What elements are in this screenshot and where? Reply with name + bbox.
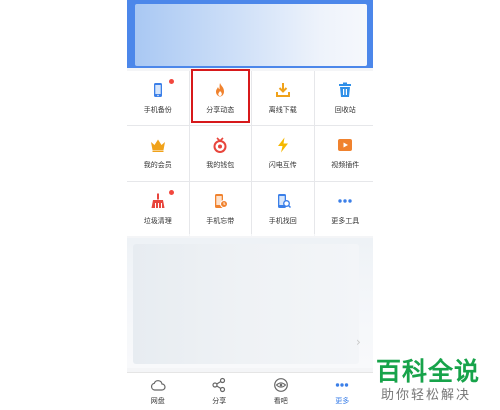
tool-label: 闪电互传 xyxy=(268,161,297,170)
tab-label: 分享 xyxy=(212,397,227,405)
eye-icon xyxy=(273,378,288,392)
tool-label: 回收站 xyxy=(334,106,356,115)
banner-blurred-content xyxy=(135,4,367,66)
tool-my-wallet[interactable]: 我的钱包 xyxy=(189,126,251,181)
tools-grid: 手机备份 分享动态 离线下载 回收站 我的会员 我的钱包 闪电互传 视频插件 垃… xyxy=(127,71,373,236)
flame-icon xyxy=(216,83,225,97)
tool-label: 更多工具 xyxy=(331,216,360,225)
lightning-icon xyxy=(277,137,288,153)
tab-label: 看吧 xyxy=(273,397,288,405)
phone-find-icon xyxy=(277,193,291,208)
tool-junk-cleanup[interactable]: 垃圾清理 xyxy=(127,181,189,236)
tab-label: 网盘 xyxy=(150,397,165,405)
tool-phone-backup[interactable]: 手机备份 xyxy=(127,71,189,126)
phone-forgot-icon xyxy=(215,193,229,208)
trash-icon xyxy=(339,82,352,98)
tool-label: 我的会员 xyxy=(143,161,172,170)
tool-label: 我的钱包 xyxy=(206,161,235,170)
tool-offline-download[interactable]: 离线下载 xyxy=(252,71,314,126)
tool-recycle-bin[interactable]: 回收站 xyxy=(314,71,373,126)
download-icon xyxy=(275,83,290,98)
top-banner xyxy=(127,0,373,68)
tab-more[interactable]: 更多 xyxy=(312,373,374,410)
tool-lightning-transfer[interactable]: 闪电互传 xyxy=(252,126,314,181)
bottom-tab-bar: 网盘 分享 看吧 更多 xyxy=(127,372,373,410)
tool-label: 分享动态 xyxy=(206,106,235,115)
tab-netdisk[interactable]: 网盘 xyxy=(127,373,189,410)
tool-label: 视频插件 xyxy=(331,161,360,170)
more-dots-icon xyxy=(338,199,352,203)
tool-label: 手机忘带 xyxy=(206,216,235,225)
tool-phone-find[interactable]: 手机找回 xyxy=(252,181,314,236)
wallet-icon xyxy=(213,137,227,154)
tool-label: 垃圾清理 xyxy=(143,216,172,225)
tab-watch[interactable]: 看吧 xyxy=(250,373,312,410)
tool-label: 手机找回 xyxy=(268,216,297,225)
notification-dot xyxy=(168,79,174,84)
tool-label: 手机备份 xyxy=(143,106,172,115)
phone-backup-icon xyxy=(153,83,162,98)
watermark-subtitle: 助你轻松解决 xyxy=(381,388,472,403)
tool-phone-forgotten[interactable]: 手机忘带 xyxy=(189,181,251,236)
video-icon xyxy=(338,139,353,152)
chevron-right-icon[interactable]: › xyxy=(356,335,361,349)
tool-label: 离线下载 xyxy=(268,106,297,115)
blurred-card xyxy=(133,244,359,364)
tool-video-plugin[interactable]: 视频插件 xyxy=(314,126,373,181)
crown-icon xyxy=(150,139,165,153)
tool-share-activity[interactable]: 分享动态 xyxy=(189,71,251,126)
tool-my-membership[interactable]: 我的会员 xyxy=(127,126,189,181)
share-icon xyxy=(212,377,226,393)
tab-share[interactable]: 分享 xyxy=(189,373,251,410)
watermark-title: 百科全说 xyxy=(376,357,481,386)
broom-icon xyxy=(151,193,165,208)
phone-screen: 手机备份 分享动态 离线下载 回收站 我的会员 我的钱包 闪电互传 视频插件 垃… xyxy=(127,0,373,409)
blurred-content-area xyxy=(127,238,373,368)
tab-label: 更多 xyxy=(335,397,350,405)
watermark-logo: 百科全说 助你轻松解决 xyxy=(376,352,496,404)
more-dots-icon xyxy=(336,383,349,387)
notification-dot xyxy=(168,189,174,195)
tool-more-tools[interactable]: 更多工具 xyxy=(314,181,373,236)
cloud-icon xyxy=(150,380,166,391)
